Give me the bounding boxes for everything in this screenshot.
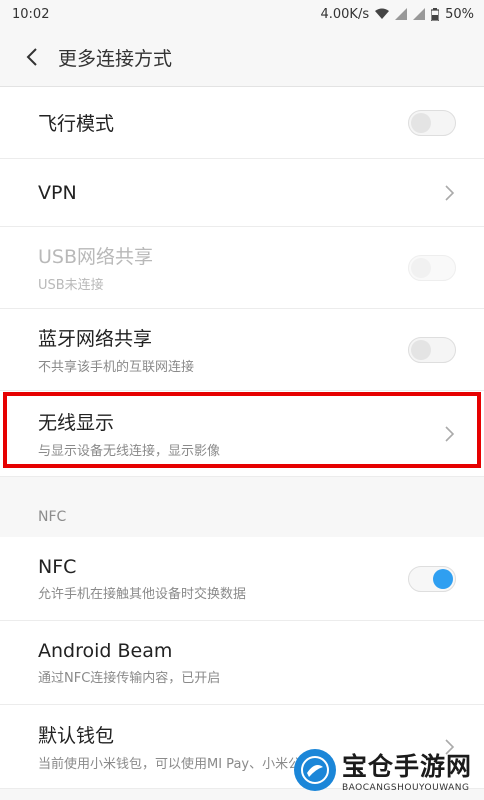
network-speed: 4.00K/s [320,6,370,22]
battery-icon [431,7,440,21]
row-subtitle: USB未连接 [38,278,104,293]
row-text: Android Beam 通过NFC连接传输内容，已开启 [38,640,220,686]
row-title: USB网络共享 [38,246,154,268]
row-usb-tethering[interactable]: USB网络共享 USB未连接 [0,227,484,309]
row-text: 蓝牙网络共享 不共享该手机的互联网连接 [38,324,194,375]
row-title: 无线显示 [38,412,115,434]
page-title: 更多连接方式 [58,47,173,70]
watermark-title: 宝仓手游网 [342,752,473,781]
watermark-logo-icon [294,749,336,791]
settings-list: 飞行模式 VPN USB网络共享 USB未连接 蓝牙网络共享 不共享该手机的互联… [0,87,484,477]
watermark-subtitle: BAOCANGSHOUYOUWANG [342,783,470,793]
toggle-knob [411,257,431,278]
usb-tethering-toggle[interactable] [408,254,456,281]
row-subtitle: 当前使用小米钱包，可以使用MI Pay、小米公交卡 [38,757,328,772]
wifi-icon [375,8,390,19]
signal-icon-2 [413,8,426,20]
row-text: NFC 允许手机在接触其他设备时交换数据 [38,556,246,602]
row-text: 无线显示 与显示设备无线连接，显示影像 [38,408,220,459]
row-android-beam[interactable]: Android Beam 通过NFC连接传输内容，已开启 [0,621,484,705]
signal-icon [395,8,408,20]
row-subtitle: 通过NFC连接传输内容，已开启 [38,670,221,686]
back-button[interactable] [20,45,44,69]
row-subtitle: 允许手机在接触其他设备时交换数据 [38,586,247,602]
row-text: VPN [38,182,77,204]
page-header: 更多连接方式 [0,28,484,87]
row-title: VPN [38,181,77,204]
row-nfc[interactable]: NFC 允许手机在接触其他设备时交换数据 [0,537,484,621]
nfc-toggle[interactable] [408,565,456,592]
row-airplane-mode[interactable]: 飞行模式 [0,87,484,159]
toggle-knob [411,112,431,133]
chevron-right-icon [445,184,455,201]
section-label-nfc: NFC [0,497,484,537]
toggle-knob [433,568,453,589]
chevron-right-icon [445,425,455,442]
row-subtitle: 不共享该手机的互联网连接 [38,360,195,375]
toggle-knob [411,339,431,360]
row-title: NFC [38,555,77,578]
row-bluetooth-tethering[interactable]: 蓝牙网络共享 不共享该手机的互联网连接 [0,309,484,391]
watermark: 宝仓手游网 BAOCANGSHOUYOUWANG [294,740,484,800]
bluetooth-tethering-toggle[interactable] [408,336,456,363]
row-text: 飞行模式 [38,109,114,136]
airplane-mode-toggle[interactable] [408,109,456,136]
battery-level: 50% [445,6,474,22]
row-wireless-display[interactable]: 无线显示 与显示设备无线连接，显示影像 [0,391,484,477]
row-vpn[interactable]: VPN [0,159,484,227]
row-title: 蓝牙网络共享 [38,328,153,350]
row-text: USB网络共享 USB未连接 [38,242,153,293]
status-time: 10:02 [12,6,50,22]
row-title: Android Beam [38,639,173,662]
row-title: 飞行模式 [38,113,115,135]
row-subtitle: 与显示设备无线连接，显示影像 [38,444,221,459]
section-gap [0,477,484,497]
row-text: 默认钱包 当前使用小米钱包，可以使用MI Pay、小米公交卡 [38,721,327,772]
status-right: 4.00K/s 50% [320,7,474,22]
status-bar: 10:02 4.00K/s 50% [0,0,484,28]
row-title: 默认钱包 [38,725,115,747]
watermark-text: 宝仓手游网 BAOCANGSHOUYOUWANG [342,747,472,793]
back-arrow-icon [26,48,37,66]
